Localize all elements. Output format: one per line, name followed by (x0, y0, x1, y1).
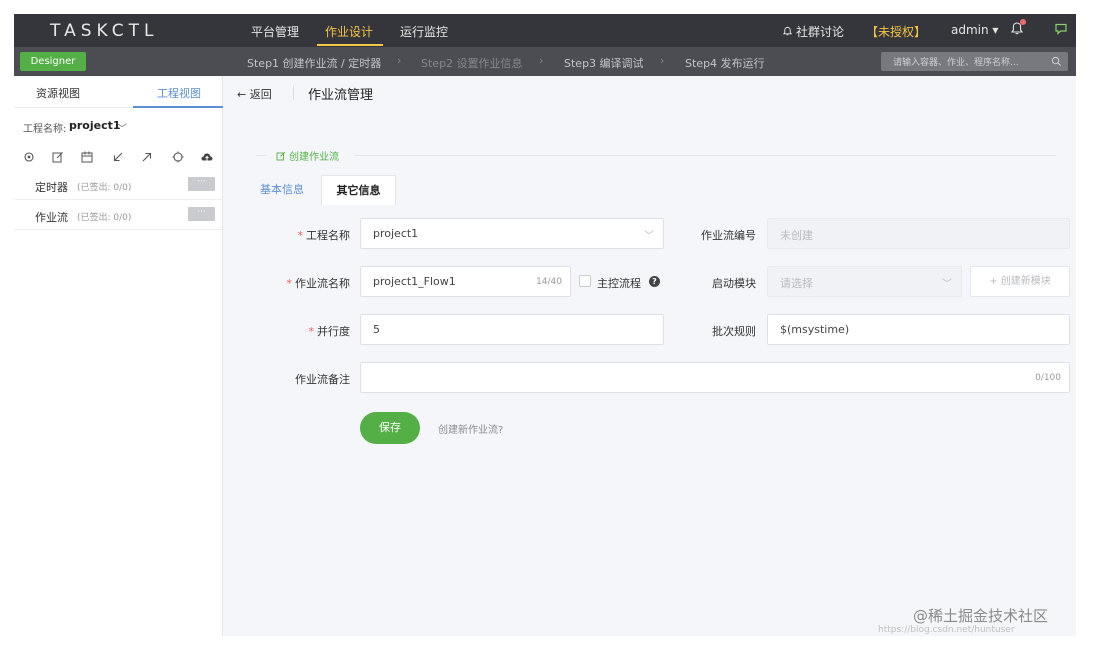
calendar-icon[interactable] (80, 149, 94, 163)
step-1[interactable]: Step1 创建作业流 / 定时器 (247, 55, 381, 71)
project-name-value: project1 (373, 227, 419, 240)
batch-rule-input[interactable]: $(msystime) (767, 314, 1070, 345)
parallelism-input[interactable]: 5 (360, 314, 664, 345)
project-name-select[interactable]: project1 ﹀ (360, 218, 664, 249)
edit-icon (276, 151, 286, 161)
watermark-url: https://blog.csdn.net/huntuser (878, 625, 1015, 635)
tree-item-timer[interactable]: 定时器 (已签出: 0/0) ··· (14, 170, 223, 200)
page-title: 作业流管理 (308, 88, 374, 103)
remark-char-count: 0/100 (1035, 373, 1061, 383)
tab-resource-view[interactable]: 资源视图 (36, 85, 80, 101)
help-icon[interactable]: ? (649, 276, 660, 287)
community-label: 社群讨论 (796, 25, 845, 39)
step-2[interactable]: Step2 设置作业信息 (421, 55, 523, 71)
chat-icon[interactable] (1054, 22, 1068, 36)
flow-number-placeholder: 未创建 (780, 229, 813, 242)
tree-item-status: (已签出: 0/0) (77, 183, 132, 193)
flow-number-field: 未创建 (767, 218, 1070, 249)
app-window: TASKCTL 平台管理 作业设计 运行监控 社群讨论 【未授权】 admin … (14, 14, 1076, 636)
chevron-down-icon: ﹀ (942, 279, 952, 290)
main-flow-checkbox[interactable] (579, 275, 591, 287)
section-divider (256, 155, 267, 156)
flow-name-value: project1_Flow1 (373, 275, 456, 288)
search-input[interactable]: 请输入容器、作业、程序名称... (881, 52, 1068, 71)
sidebar: 资源视图 工程视图 工程名称: project1 ﹀ 定时器 (已签出: 0/0… (14, 76, 223, 636)
nav-active-indicator (317, 44, 383, 46)
check-in-icon[interactable] (111, 149, 125, 163)
tab-basic-info[interactable]: 基本信息 (243, 175, 321, 205)
title-divider (293, 86, 294, 100)
project-label: 工程名称: (23, 124, 67, 135)
project-name-label: * 工程名称 (297, 229, 351, 242)
chevron-right-icon: › (660, 54, 665, 67)
app-logo: TASKCTL (50, 21, 159, 41)
main-content: ← 返回 作业流管理 创建作业流 基本信息 其它信息 * 工程名称 project… (224, 76, 1076, 636)
top-nav-bar: TASKCTL 平台管理 作业设计 运行监控 社群讨论 【未授权】 admin … (14, 14, 1076, 47)
remark-label: 作业流备注 (295, 373, 350, 386)
flow-name-input[interactable]: project1_Flow1 14/40 (360, 266, 571, 297)
flow-name-label: * 作业流名称 (286, 277, 351, 290)
cloud-upload-icon[interactable] (200, 149, 214, 163)
batch-rule-label: 批次规则 (712, 325, 756, 338)
parallelism-label: * 并行度 (308, 325, 351, 338)
user-menu[interactable]: admin ▾ (951, 23, 998, 37)
jobflow-form: * 工程名称 project1 ﹀ 作业流编号 未创建 * 作业流名称 projec… (224, 206, 1076, 626)
section-title-text: 创建作业流 (289, 152, 339, 163)
license-status[interactable]: 【未授权】 (866, 23, 926, 40)
settings-icon[interactable] (22, 149, 36, 163)
create-new-flow-link[interactable]: 创建新作业流? (438, 421, 503, 436)
tree-item-status: (已签出: 0/0) (77, 213, 132, 223)
watermark: @稀土掘金技术社区 (913, 607, 1049, 625)
tree-item-label: 作业流 (35, 211, 68, 224)
search-placeholder: 请输入容器、作业、程序名称... (893, 58, 1019, 68)
step-bar: Designer Step1 创建作业流 / 定时器 › Step2 设置作业信… (14, 47, 1076, 76)
remark-input[interactable]: 0/100 (360, 362, 1070, 393)
tab-active-indicator (133, 106, 223, 108)
chevron-right-icon: › (539, 54, 544, 67)
form-tabs: 基本信息 其它信息 (243, 175, 1057, 205)
create-module-button[interactable]: + 创建新模块 (970, 266, 1070, 297)
section-divider (354, 155, 1056, 156)
project-selector[interactable]: project1 (69, 119, 121, 132)
nav-job-design[interactable]: 作业设计 (325, 23, 373, 40)
tab-other-info[interactable]: 其它信息 (321, 175, 396, 205)
chevron-down-icon: ﹀ (644, 231, 654, 242)
start-module-placeholder: 请选择 (780, 277, 813, 290)
search-icon[interactable] (1051, 56, 1062, 67)
flow-number-label: 作业流编号 (701, 229, 756, 242)
edit-icon[interactable] (51, 149, 65, 163)
chevron-down-icon[interactable]: ﹀ (117, 120, 127, 135)
tree-item-jobflow[interactable]: 作业流 (已签出: 0/0) ··· (14, 200, 223, 230)
nav-run-monitor[interactable]: 运行监控 (400, 23, 448, 40)
batch-rule-value: $(msystime) (780, 323, 850, 336)
bell-outline-icon (782, 26, 793, 36)
refresh-icon[interactable] (171, 149, 185, 163)
step-4[interactable]: Step4 发布运行 (685, 55, 765, 71)
step-3[interactable]: Step3 编译调试 (564, 55, 644, 71)
nav-platform-management[interactable]: 平台管理 (251, 23, 299, 40)
sidebar-toolbar (14, 149, 223, 167)
more-button[interactable]: ··· (188, 177, 215, 191)
notification-dot (1020, 19, 1026, 25)
tab-project-view[interactable]: 工程视图 (157, 85, 201, 101)
back-button[interactable]: ← 返回 (237, 86, 272, 102)
start-module-select[interactable]: 请选择 ﹀ (767, 266, 962, 297)
parallelism-value: 5 (373, 323, 380, 336)
chevron-right-icon: › (397, 54, 402, 67)
more-button[interactable]: ··· (188, 207, 215, 221)
flow-name-char-count: 14/40 (536, 277, 562, 287)
check-out-icon[interactable] (140, 149, 154, 163)
community-link[interactable]: 社群讨论 (782, 23, 844, 40)
start-module-label: 启动模块 (712, 277, 756, 290)
main-flow-label: 主控流程 (597, 277, 641, 290)
save-button[interactable]: 保存 (360, 412, 420, 444)
section-title: 创建作业流 (276, 148, 339, 163)
designer-button[interactable]: Designer (20, 52, 86, 71)
tree-item-label: 定时器 (35, 181, 68, 194)
